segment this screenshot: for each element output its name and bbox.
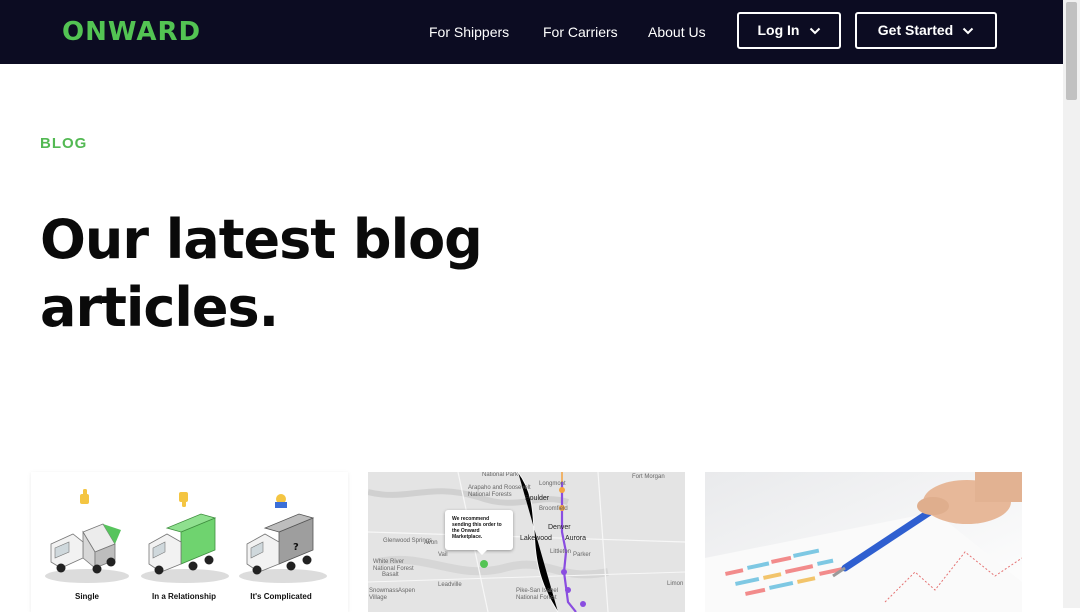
scrollbar-thumb[interactable] [1066, 2, 1077, 100]
get-started-button[interactable]: Get Started [855, 12, 997, 49]
map-label: Pike-San Isabel National Forest [516, 588, 559, 601]
chevron-down-icon [963, 27, 974, 34]
map-label: Fort Morgan [632, 474, 665, 480]
nav-link-about-us[interactable]: About Us [648, 22, 706, 42]
thumbs-down-icon [179, 492, 188, 507]
map-label: Aurora [565, 535, 587, 542]
nav-link-for-shippers[interactable]: For Shippers [429, 22, 509, 42]
caption-in-a-relationship: In a Relationship [151, 592, 216, 601]
onward-logo[interactable]: ONWARD [62, 15, 201, 49]
svg-text:?: ? [293, 542, 299, 553]
chart-analysis-photo [705, 472, 1022, 612]
blog-eyebrow: BLOG [40, 135, 88, 152]
blog-card-marketplace-map[interactable]: National Park Arapaho and Roosevelt Nati… [368, 472, 685, 612]
blog-card-analytics[interactable] [705, 472, 1022, 612]
map-label: Arapaho and Roosevelt National Forests [468, 485, 531, 498]
map-label: White River National Forest [373, 559, 414, 572]
get-started-label: Get Started [877, 22, 954, 38]
confused-emoji-icon [275, 494, 287, 508]
caption-its-complicated: It's Complicated [250, 592, 312, 601]
page-title-line-2: articles. [40, 276, 279, 339]
map-pin-icon [559, 487, 565, 493]
thumbs-up-icon [80, 489, 89, 504]
login-button[interactable]: Log In [737, 12, 841, 49]
map-label: Broomfield [539, 506, 568, 512]
nav-link-for-carriers[interactable]: For Carriers [543, 22, 618, 42]
page-title: Our latest blog articles. [40, 206, 580, 342]
map-label: Parker [573, 552, 591, 558]
map-pin-icon [480, 560, 488, 568]
map-pin-icon [580, 601, 586, 607]
map-label: Denver [548, 524, 571, 531]
page-title-line-1: Our latest blog [40, 208, 483, 271]
map-label: Littleton [550, 549, 572, 555]
blog-card-relationship[interactable]: ? Single In a Relationship It's Complica… [31, 472, 348, 612]
truck-relationship-illustration [141, 513, 229, 583]
map-label: Leadville [438, 582, 462, 588]
truck-relationship-illustration: ? [45, 489, 327, 583]
recommendation-callout: We recommend sending this order to the O… [445, 510, 513, 555]
map-pin-icon [561, 569, 567, 575]
map-label: Vail [438, 552, 448, 558]
login-label: Log In [757, 22, 800, 38]
caption-single: Single [74, 592, 99, 601]
map-label: Lakewood [520, 535, 552, 542]
map-label: Longmont [539, 481, 566, 487]
map-label: Snowmass Village [369, 588, 399, 601]
map-label: Basalt [382, 572, 399, 578]
map-label: National Park [482, 472, 519, 478]
map-label: Limon [667, 581, 684, 587]
truck-complicated-illustration: ? [239, 513, 327, 583]
chevron-down-icon [809, 27, 820, 34]
map-label: Boulder [525, 495, 550, 502]
top-navigation: ONWARD For Shippers For Carriers About U… [0, 0, 1063, 64]
map-pin-icon [565, 587, 571, 593]
truck-single-illustration [45, 523, 129, 583]
map-label: Avon [424, 540, 438, 546]
map-label: Aspen [398, 588, 416, 594]
